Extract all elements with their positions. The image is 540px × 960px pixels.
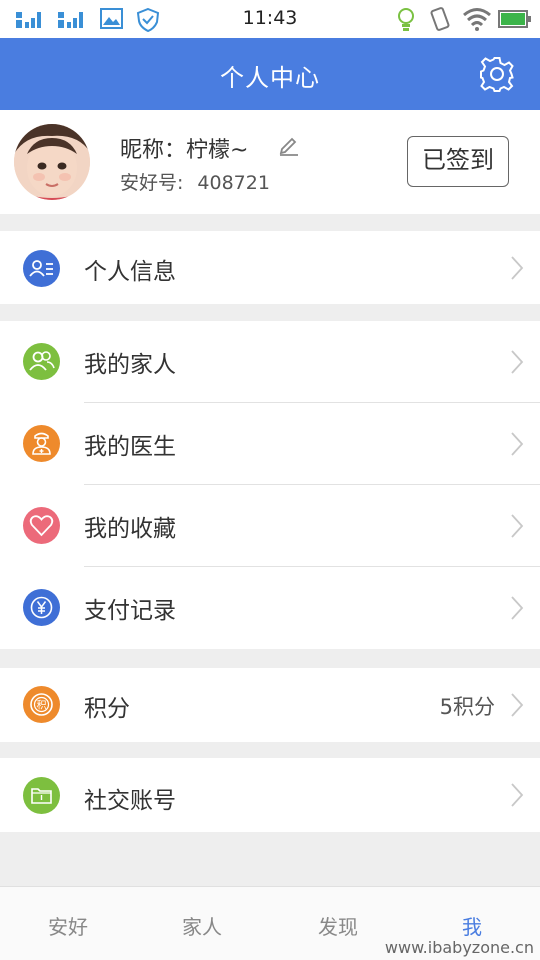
menu-item-my-family[interactable]: 我的家人	[0, 321, 540, 403]
menu-label: 个人信息	[84, 259, 176, 285]
menu-label: 我的家人	[84, 352, 176, 378]
tab-anhao[interactable]: 安好	[18, 911, 118, 940]
avatar[interactable]	[14, 124, 90, 200]
tab-discover[interactable]: 发现	[288, 911, 388, 940]
tab-me[interactable]: 我	[422, 911, 522, 940]
chevron-right-icon	[511, 596, 524, 620]
page-title: 个人中心	[220, 64, 320, 92]
vibrate-icon	[430, 7, 450, 31]
wifi-icon	[463, 8, 491, 31]
menu-label: 社交账号	[84, 788, 176, 814]
status-time: 11:43	[242, 7, 298, 29]
folder-icon	[23, 777, 60, 814]
chevron-right-icon	[511, 432, 524, 456]
menu-item-social-accounts[interactable]: 社交账号	[0, 758, 540, 832]
menu-label: 我的医生	[84, 434, 176, 460]
chevron-right-icon	[511, 514, 524, 538]
menu-item-personal-info[interactable]: 个人信息	[0, 231, 540, 304]
menu-group-info: 个人信息	[0, 231, 540, 304]
watermark: www.ibabyzone.cn	[384, 938, 534, 957]
menu-item-my-favorites[interactable]: 我的收藏	[0, 485, 540, 567]
bottom-tab-bar: 安好 家人 发现 我 www.ibabyzone.cn	[0, 886, 540, 960]
chevron-right-icon	[511, 693, 524, 717]
profile-card: 昵称：柠檬~ 安好号: 408721 已签到	[0, 110, 540, 214]
user-id-value: 408721	[197, 172, 270, 194]
menu-label: 积分	[84, 696, 130, 722]
chevron-right-icon	[511, 783, 524, 807]
user-id: 安好号: 408721	[120, 168, 270, 195]
points-value: 5积分	[439, 695, 495, 719]
pencil-icon	[279, 137, 298, 156]
points-icon: 积	[23, 686, 60, 723]
people-icon	[23, 343, 60, 380]
gear-icon	[480, 57, 514, 92]
chevron-right-icon	[511, 256, 524, 280]
edit-nickname-button[interactable]	[278, 134, 300, 156]
status-bar: 11:43	[0, 0, 540, 38]
menu-group-main: 我的家人 我的医生 我的收藏 支付记录	[0, 321, 540, 649]
menu-group-points: 积 积分 5积分	[0, 668, 540, 742]
settings-button[interactable]	[478, 55, 516, 93]
menu-label: 支付记录	[84, 598, 176, 624]
battery-icon	[498, 10, 531, 28]
user-id-label: 安好号:	[120, 172, 184, 194]
doctor-icon	[23, 425, 60, 462]
svg-text:积: 积	[37, 700, 47, 712]
menu-item-payment-records[interactable]: 支付记录	[0, 567, 540, 649]
heart-icon	[23, 507, 60, 544]
yuan-icon	[23, 589, 60, 626]
app-header: 个人中心	[0, 38, 540, 110]
chevron-right-icon	[511, 350, 524, 374]
id-card-icon	[23, 250, 60, 287]
checkin-button[interactable]: 已签到	[407, 136, 509, 187]
menu-group-social: 社交账号	[0, 758, 540, 832]
menu-label: 我的收藏	[84, 516, 176, 542]
bulb-icon	[398, 8, 414, 31]
avatar-image	[14, 124, 90, 200]
nickname: 昵称：柠檬~	[120, 138, 249, 163]
menu-item-my-doctor[interactable]: 我的医生	[0, 403, 540, 485]
tab-family[interactable]: 家人	[152, 911, 252, 940]
menu-item-points[interactable]: 积 积分 5积分	[0, 668, 540, 742]
